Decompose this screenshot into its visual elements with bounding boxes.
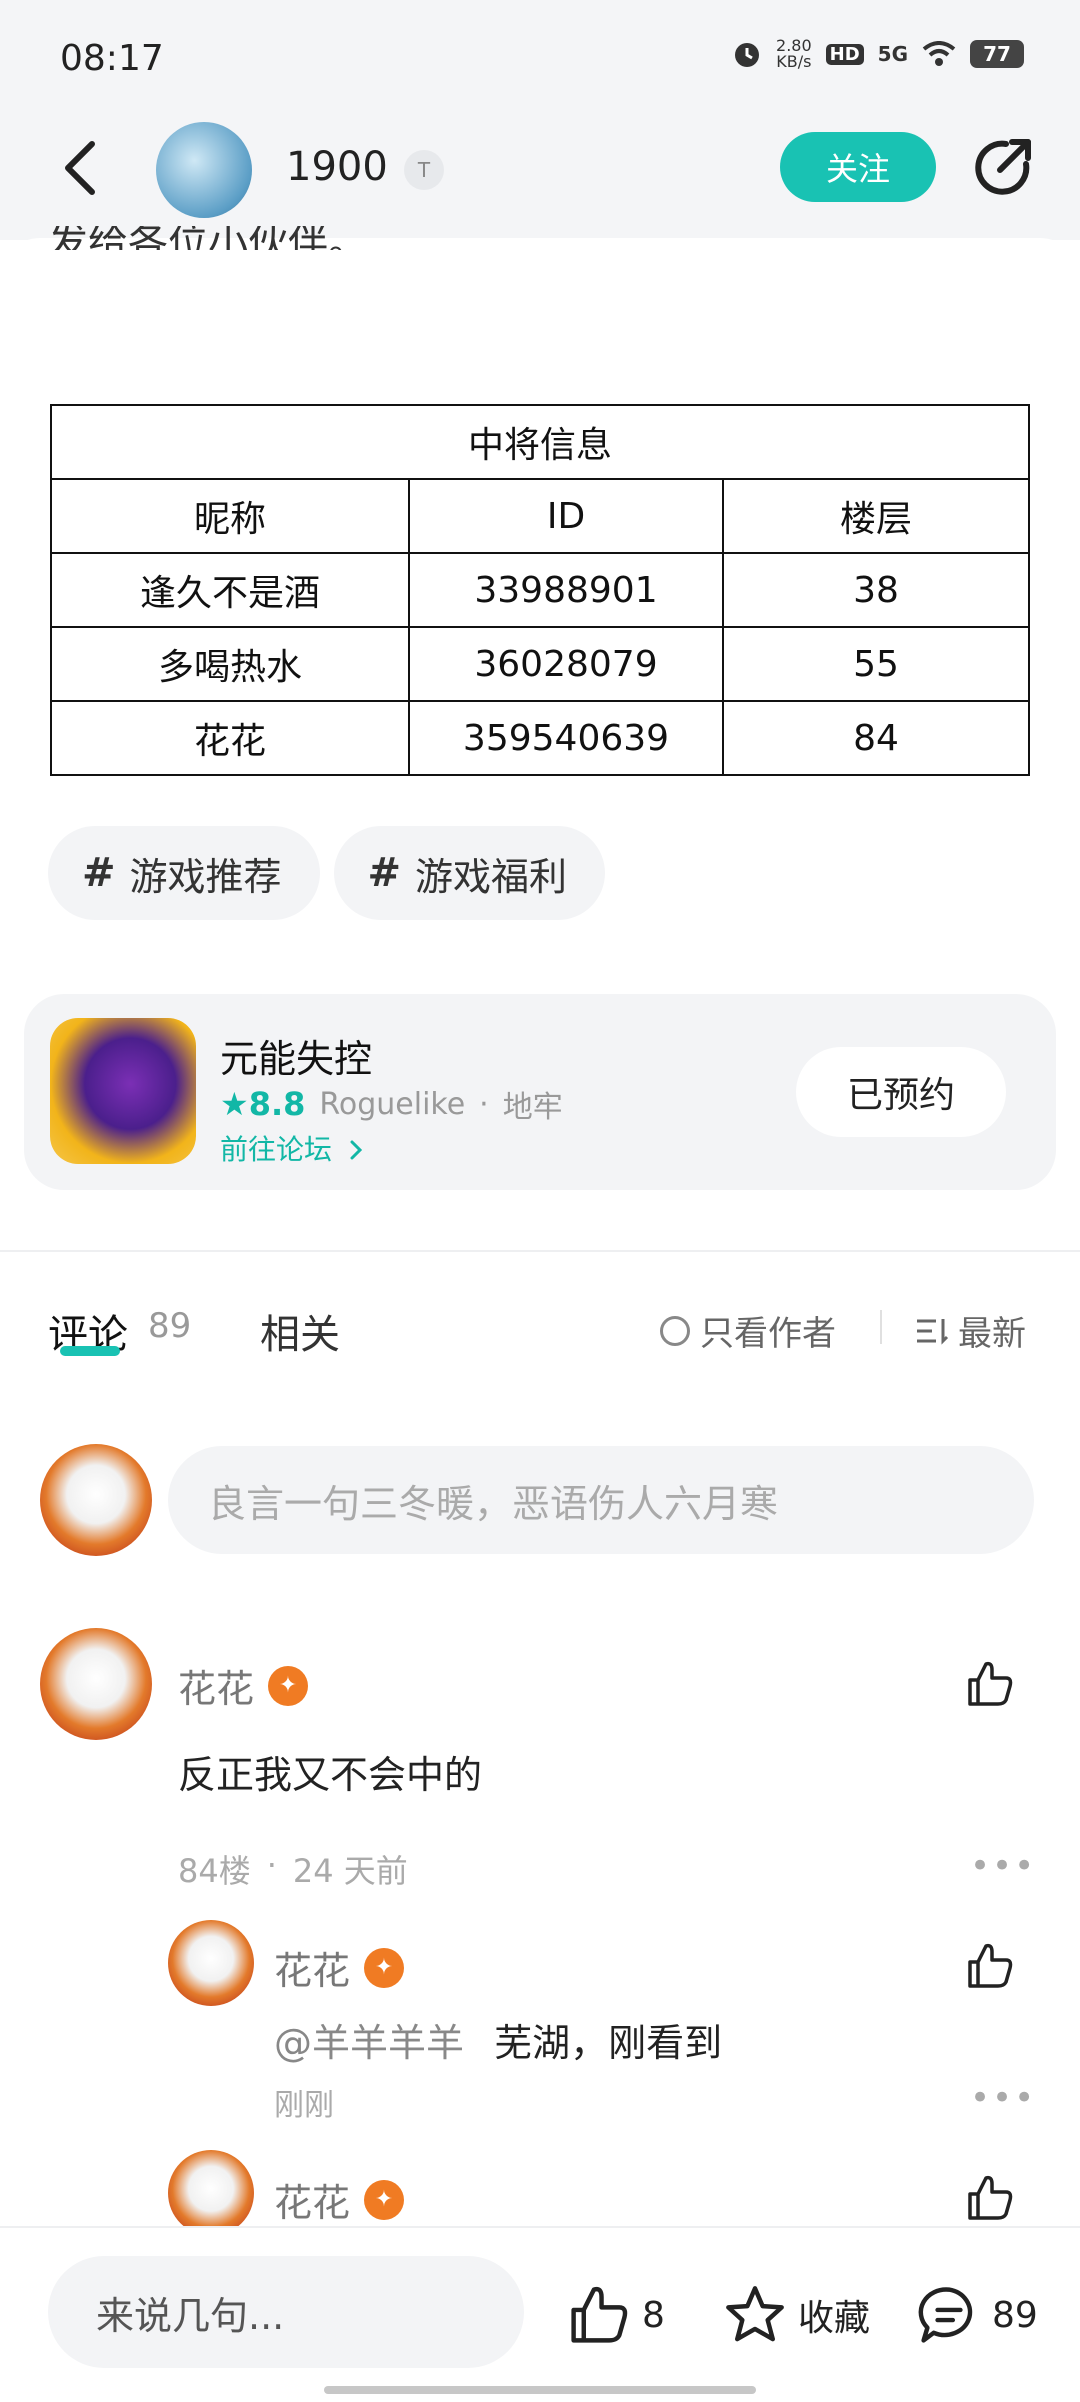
bottom-comment-input[interactable]: 来说几句... bbox=[48, 2256, 524, 2368]
table-cell: 38 bbox=[722, 552, 1030, 628]
comment-count: 89 bbox=[148, 1306, 192, 1346]
tag-game-welfare[interactable]: # 游戏福利 bbox=[333, 826, 606, 920]
radio-icon bbox=[660, 1315, 690, 1346]
net-speed: 2.80 KB/s bbox=[776, 36, 812, 71]
game-icon[interactable] bbox=[50, 1018, 196, 1164]
tag-label: 游戏推荐 bbox=[129, 854, 282, 899]
reply-avatar[interactable] bbox=[168, 2150, 254, 2236]
comment-user[interactable]: 花花 ✦ bbox=[178, 1658, 309, 1713]
comment-text: 反正我又不会中的 bbox=[178, 1753, 483, 1797]
like-count: 8 bbox=[642, 2294, 665, 2336]
reply-time: 刚刚 bbox=[274, 2088, 334, 2123]
reply-user[interactable]: 花花 ✦ bbox=[274, 2172, 405, 2227]
like-icon[interactable] bbox=[964, 2172, 1016, 2224]
author-avatar[interactable] bbox=[156, 122, 252, 218]
reply-name: 花花 bbox=[274, 1949, 351, 1993]
game-title[interactable]: 元能失控 bbox=[220, 1028, 372, 1083]
table-cell: 花花 bbox=[50, 700, 410, 776]
chat-icon bbox=[918, 2287, 973, 2343]
table-row: 多喝热水 36028079 55 bbox=[50, 626, 1030, 702]
post-text-clipped: 发给各位小伙伴。 bbox=[48, 226, 368, 250]
table-row: 逢久不是酒 33988901 38 bbox=[50, 552, 1030, 628]
sort-icon bbox=[917, 1318, 949, 1345]
reply-mention[interactable]: @羊羊羊羊 bbox=[274, 2021, 464, 2065]
sort-toggle[interactable]: 最新 bbox=[914, 1306, 1026, 1355]
table-cell: 36028079 bbox=[408, 626, 724, 702]
star-icon: ★ bbox=[220, 1085, 249, 1123]
hash-icon: # bbox=[82, 850, 116, 896]
star-icon bbox=[726, 2286, 784, 2342]
table-cell: 33988901 bbox=[408, 552, 724, 628]
status-time: 08:17 bbox=[60, 38, 164, 79]
reply-avatar[interactable] bbox=[168, 1920, 254, 2006]
game-subgenre: 地牢 bbox=[502, 1090, 563, 1125]
meta-dot: · bbox=[266, 1846, 277, 1884]
table-cell: 55 bbox=[722, 626, 1030, 702]
table-cell: 359540639 bbox=[408, 700, 724, 776]
game-rating: ★8.8 bbox=[220, 1085, 306, 1123]
more-options-icon[interactable]: ••• bbox=[970, 2078, 1036, 2118]
filter-divider bbox=[880, 1310, 882, 1344]
like-icon[interactable] bbox=[964, 1940, 1016, 1992]
only-author-toggle[interactable]: 只看作者 bbox=[660, 1306, 836, 1355]
reply-text: @羊羊羊羊 芜湖，刚看到 bbox=[274, 2021, 723, 2065]
status-icons: 2.80 KB/s HD 5G 77 bbox=[732, 38, 1024, 70]
commenter-avatar[interactable] bbox=[40, 1628, 152, 1740]
table-header: 楼层 bbox=[722, 478, 1030, 554]
chevron-right-icon bbox=[350, 1140, 363, 1160]
collect-label: 收藏 bbox=[798, 2298, 871, 2339]
collect-button[interactable]: 收藏 bbox=[722, 2282, 870, 2348]
author-name[interactable]: 1900 bbox=[286, 144, 388, 190]
medal-icon: ✦ bbox=[364, 1947, 405, 1988]
share-icon[interactable] bbox=[970, 134, 1036, 200]
alarm-icon bbox=[735, 43, 760, 67]
reply-name: 花花 bbox=[274, 2181, 351, 2225]
medal-icon: ✦ bbox=[268, 1665, 309, 1706]
section-divider bbox=[0, 1250, 1080, 1252]
reply-user[interactable]: 花花 ✦ bbox=[274, 1940, 405, 1995]
comment-input[interactable]: 良言一句三冬暖，恶语伤人六月寒 bbox=[168, 1446, 1034, 1554]
back-icon[interactable] bbox=[58, 138, 106, 198]
comment-meta: 84楼 · 24 天前 bbox=[178, 1846, 408, 1892]
forum-link[interactable]: 前往论坛 bbox=[220, 1128, 365, 1168]
table-cell: 多喝热水 bbox=[50, 626, 410, 702]
hash-icon: # bbox=[367, 850, 402, 896]
comments-total: 89 bbox=[992, 2294, 1038, 2336]
meta-dot: · bbox=[479, 1086, 489, 1122]
tag-list: # 游戏推荐 # 游戏福利 bbox=[48, 826, 606, 920]
more-options-icon[interactable]: ••• bbox=[970, 1846, 1036, 1886]
table-cell: 84 bbox=[722, 700, 1030, 776]
home-indicator[interactable] bbox=[324, 2386, 756, 2394]
like-button[interactable]: 8 bbox=[566, 2282, 665, 2348]
table-header: 昵称 bbox=[50, 478, 410, 554]
table-row: 花花 359540639 84 bbox=[50, 700, 1030, 776]
tab-active-indicator bbox=[60, 1346, 120, 1356]
like-icon[interactable] bbox=[964, 1658, 1016, 1710]
winners-table: 中将信息 昵称 ID 楼层 逢久不是酒 33988901 38 多喝热水 360… bbox=[50, 404, 1030, 776]
game-meta: ★8.8 Roguelike · 地牢 bbox=[220, 1082, 563, 1126]
medal-icon: ✦ bbox=[364, 2179, 405, 2220]
like-icon bbox=[571, 2286, 628, 2343]
table-cell: 逢久不是酒 bbox=[50, 552, 410, 628]
wifi-icon bbox=[922, 41, 956, 66]
my-avatar bbox=[40, 1444, 152, 1556]
table-header: ID bbox=[408, 478, 724, 554]
tag-label: 游戏福利 bbox=[415, 854, 568, 899]
comment-floor: 84楼 bbox=[178, 1852, 251, 1890]
comment-time: 24 天前 bbox=[292, 1852, 408, 1890]
reserved-button[interactable]: 已预约 bbox=[796, 1047, 1006, 1137]
tab-related[interactable]: 相关 bbox=[260, 1302, 340, 1360]
commenter-name: 花花 bbox=[178, 1667, 255, 1711]
comments-button[interactable]: 89 bbox=[916, 2282, 1038, 2348]
game-genre: Roguelike bbox=[319, 1086, 466, 1122]
hd-badge: HD bbox=[825, 43, 864, 65]
signal-icon: 5G bbox=[877, 42, 908, 66]
tag-game-recommend[interactable]: # 游戏推荐 bbox=[48, 826, 320, 920]
author-level-badge: T bbox=[404, 150, 444, 190]
table-title: 中将信息 bbox=[50, 404, 1030, 480]
battery-icon: 77 bbox=[970, 40, 1024, 68]
follow-button[interactable]: 关注 bbox=[780, 132, 936, 202]
